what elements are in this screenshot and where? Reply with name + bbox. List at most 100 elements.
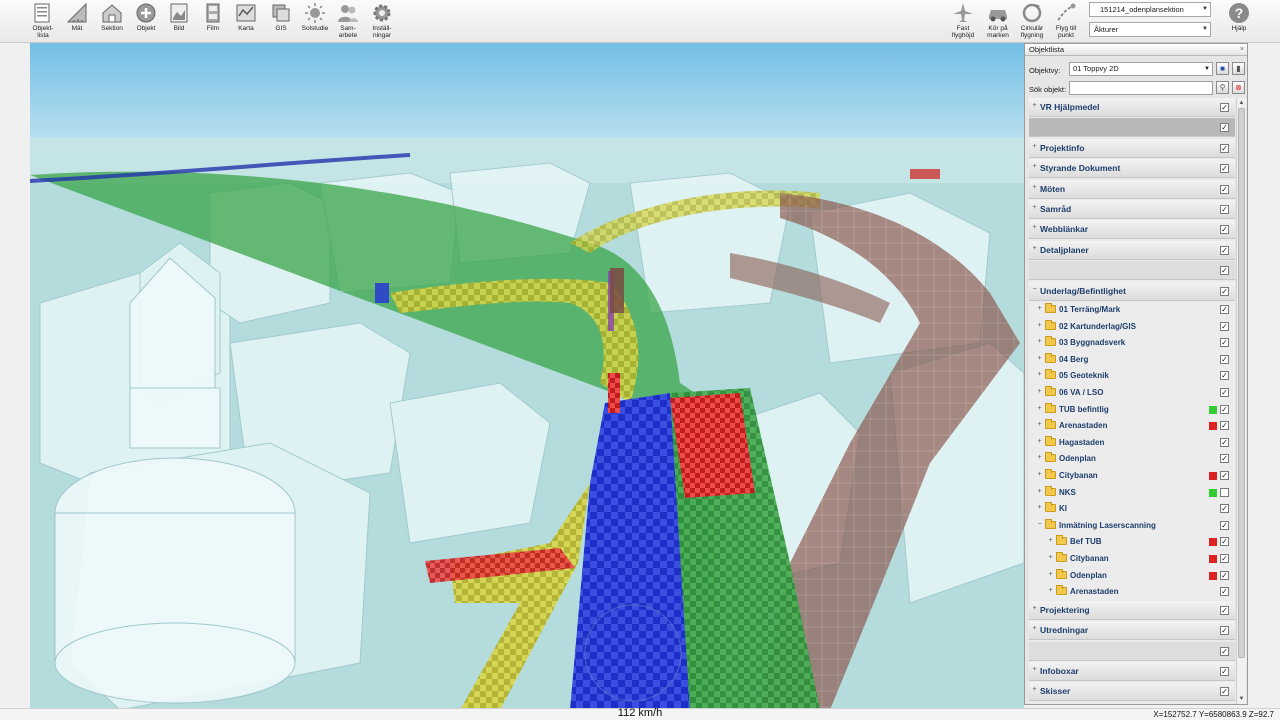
tree-item-row[interactable]: + Arenastaden ✓ [1029, 418, 1235, 435]
close-icon[interactable]: × [1240, 44, 1244, 56]
visibility-checkbox[interactable]: ✓ [1220, 471, 1229, 480]
help-button[interactable]: ? Hjälp [1222, 1, 1256, 41]
visibility-checkbox[interactable]: ✓ [1220, 123, 1229, 133]
expand-icon[interactable]: + [1031, 102, 1038, 110]
expand-icon[interactable]: + [1031, 163, 1038, 171]
objektvy-select[interactable]: 01 Toppvy 2D ▼ [1069, 62, 1213, 76]
airplane-button[interactable]: Fast flyghöjd [946, 1, 980, 41]
tree-item-row[interactable]: +05 Geoteknik ✓ [1029, 368, 1235, 385]
3d-scene[interactable] [30, 43, 1024, 710]
collapse-icon[interactable]: − [1036, 521, 1043, 529]
expand-icon[interactable]: + [1036, 305, 1043, 313]
expand-icon[interactable]: + [1047, 554, 1054, 562]
visibility-checkbox[interactable]: ✓ [1220, 225, 1229, 235]
expand-icon[interactable]: + [1031, 204, 1038, 212]
tree-group-row[interactable]: + Samråd ✓ [1029, 200, 1235, 219]
tree-item-row[interactable]: + Citybanan ✓ [1029, 468, 1235, 484]
tree-item-row[interactable]: +04 Berg ✓ [1029, 351, 1235, 368]
expand-icon[interactable]: + [1036, 338, 1043, 346]
expand-icon[interactable]: + [1036, 471, 1043, 479]
tree-item-row[interactable]: + KI ✓ [1029, 501, 1235, 518]
tree-item-row[interactable]: + Odenplan ✓ [1029, 451, 1235, 468]
visibility-checkbox[interactable]: ✓ [1220, 504, 1229, 514]
tree-item-row[interactable]: + Arenastaden ✓ [1029, 584, 1235, 601]
film-button[interactable]: Film [196, 1, 230, 41]
tree-item-row[interactable]: + NKS [1029, 484, 1235, 501]
visibility-checkbox[interactable]: ✓ [1220, 667, 1229, 676]
collapse-icon[interactable]: − [1031, 286, 1038, 294]
scroll-up-icon[interactable]: ▲ [1237, 98, 1246, 108]
visibility-checkbox[interactable]: ✓ [1220, 587, 1229, 597]
sun-button[interactable]: Solstudie [298, 1, 332, 41]
gear-button[interactable]: Inställ-ningar [365, 1, 399, 41]
car-button[interactable]: Kör på marken [981, 1, 1015, 41]
expand-icon[interactable]: + [1036, 322, 1043, 330]
fly-to-point-button[interactable]: Flyg till punkt [1049, 1, 1083, 41]
visibility-checkbox[interactable]: ✓ [1220, 143, 1229, 153]
expand-icon[interactable]: + [1036, 355, 1043, 363]
tree-item-row[interactable]: + Hagastaden ✓ [1029, 434, 1235, 451]
expand-icon[interactable]: + [1031, 625, 1038, 633]
ruler-button[interactable]: Mät [60, 1, 94, 41]
tree-item-row[interactable]: + Odenplan ✓ [1029, 567, 1235, 584]
tree-item-row[interactable]: + Bef TUB ✓ [1029, 534, 1235, 551]
tree-group-row[interactable]: + Styrande Dokument ✓ [1029, 159, 1235, 179]
visibility-checkbox[interactable]: ✓ [1220, 205, 1229, 214]
expand-icon[interactable]: + [1036, 488, 1043, 496]
visibility-checkbox[interactable]: ✓ [1220, 371, 1229, 381]
users-button[interactable]: Sam-arbete [331, 1, 365, 41]
visibility-checkbox[interactable]: ✓ [1220, 687, 1229, 697]
action-select[interactable]: Åkturer ▼ [1089, 22, 1211, 37]
tree-group-row[interactable]: + Skisser ✓ [1029, 682, 1235, 702]
visibility-checkbox[interactable]: ✓ [1220, 570, 1229, 580]
add-object-button[interactable]: Objekt [129, 1, 163, 41]
tree-item-row[interactable]: +06 VA / LSO ✓ [1029, 385, 1235, 401]
visibility-checkbox[interactable]: ✓ [1220, 103, 1229, 112]
expand-icon[interactable]: + [1031, 143, 1038, 151]
expand-icon[interactable]: + [1047, 537, 1054, 545]
tree-group-row[interactable]: + Utredningar ✓ [1029, 621, 1235, 641]
tree-group-row[interactable]: + Webblänkar ✓ [1029, 220, 1235, 240]
save-view-button[interactable]: ■ [1216, 62, 1229, 75]
visibility-checkbox[interactable]: ✓ [1220, 437, 1229, 447]
visibility-checkbox[interactable]: ✓ [1220, 646, 1229, 656]
expand-icon[interactable]: + [1047, 571, 1054, 579]
visibility-checkbox[interactable]: ✓ [1220, 338, 1229, 348]
visibility-checkbox[interactable] [1220, 487, 1229, 497]
expand-icon[interactable]: + [1036, 504, 1043, 512]
tree-group-row[interactable]: + Projektering ✓ [1029, 600, 1235, 620]
gis-layers-button[interactable]: GIS [264, 1, 298, 41]
expand-icon[interactable]: + [1031, 224, 1038, 232]
visibility-checkbox[interactable]: ✓ [1220, 245, 1229, 255]
visibility-checkbox[interactable]: ✓ [1220, 388, 1229, 397]
tree-item-row[interactable]: + Citybanan ✓ [1029, 551, 1235, 567]
visibility-checkbox[interactable]: ✓ [1220, 184, 1229, 194]
visibility-checkbox[interactable]: ✓ [1220, 404, 1229, 414]
visibility-checkbox[interactable]: ✓ [1220, 321, 1229, 331]
visibility-checkbox[interactable]: ✓ [1220, 354, 1229, 364]
expand-icon[interactable]: + [1031, 686, 1038, 694]
tree-scrollbar[interactable]: ▲ ▼ [1236, 98, 1246, 704]
expand-icon[interactable]: + [1036, 388, 1043, 396]
expand-icon[interactable]: + [1031, 666, 1038, 674]
tree-item-row[interactable]: − Inmätning Laserscanning ✓ [1029, 517, 1235, 534]
tree-blank-row[interactable]: ✓ [1029, 641, 1235, 661]
map-button[interactable]: Karta [229, 1, 263, 41]
delete-view-button[interactable]: ▮ [1232, 62, 1245, 75]
circular-flight-button[interactable]: Cirkulär flygning [1015, 1, 1049, 41]
expand-icon[interactable]: + [1047, 587, 1054, 595]
tree-group-row[interactable]: + Möten ✓ [1029, 179, 1235, 199]
visibility-checkbox[interactable]: ✓ [1220, 266, 1229, 276]
search-button[interactable]: ⚲ [1216, 81, 1229, 94]
expand-icon[interactable]: + [1036, 421, 1043, 429]
tree-group-row[interactable]: + Infoboxar ✓ [1029, 662, 1235, 681]
tree-group-row[interactable]: + Detaljplaner ✓ [1029, 240, 1235, 260]
expand-icon[interactable]: + [1036, 438, 1043, 446]
3d-viewport[interactable] [30, 43, 1024, 710]
visibility-checkbox[interactable]: ✓ [1220, 286, 1229, 296]
visibility-checkbox[interactable]: ✓ [1220, 454, 1229, 464]
expand-icon[interactable]: + [1036, 371, 1043, 379]
visibility-checkbox[interactable]: ✓ [1220, 305, 1229, 314]
tree-item-row[interactable]: +03 Byggnadsverk ✓ [1029, 335, 1235, 352]
scroll-down-icon[interactable]: ▼ [1237, 694, 1246, 704]
